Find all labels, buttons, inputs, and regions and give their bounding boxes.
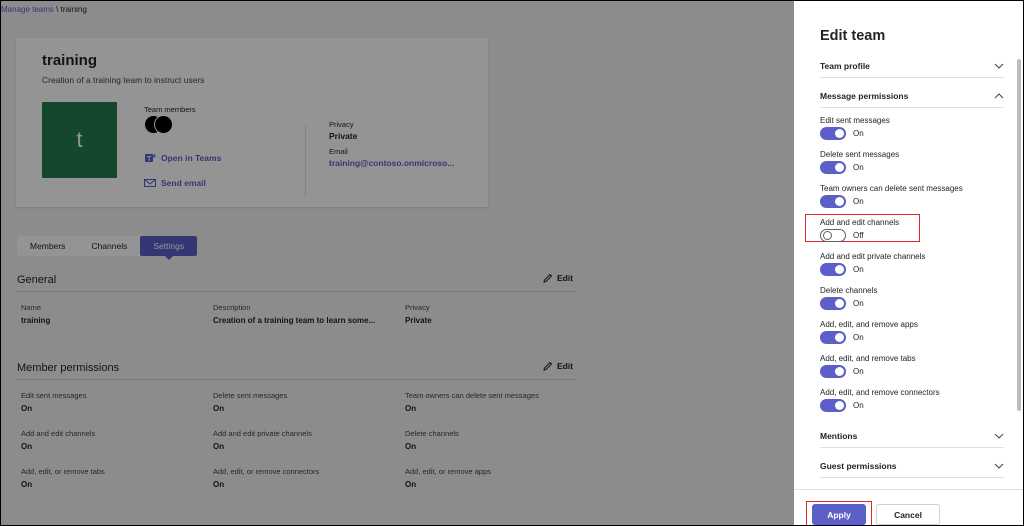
chevron-down-icon: [994, 433, 1004, 439]
toggle-state: On: [853, 129, 864, 138]
toggle-add-edit-channels[interactable]: [820, 229, 846, 242]
team-profile-section[interactable]: Team profile: [820, 57, 1004, 75]
guest-permissions-label: Guest permissions: [820, 461, 897, 471]
panel-scrollbar[interactable]: [1017, 59, 1021, 411]
panel-title: Edit team: [820, 28, 886, 44]
toggle-add-edit-private-channels[interactable]: [820, 263, 846, 276]
cancel-button[interactable]: Cancel: [876, 504, 940, 525]
toggle-edit-sent-messages[interactable]: [820, 127, 846, 140]
toggle-manage-tabs[interactable]: [820, 365, 846, 378]
toggle-delete-channels[interactable]: [820, 297, 846, 310]
toggle-label-manage-connectors: Add, edit, and remove connectors: [820, 388, 940, 397]
message-permissions-section[interactable]: Message permissions: [820, 87, 1004, 105]
toggle-state: On: [853, 333, 864, 342]
toggle-label-edit-sent-messages: Edit sent messages: [820, 116, 890, 125]
section-divider: [820, 447, 1004, 448]
toggle-label-delete-channels: Delete channels: [820, 286, 878, 295]
toggle-manage-connectors[interactable]: [820, 399, 846, 412]
chevron-up-icon: [994, 93, 1004, 99]
toggle-state: On: [853, 401, 864, 410]
toggle-state: On: [853, 163, 864, 172]
section-divider: [820, 107, 1004, 108]
toggle-label-owners-delete-messages: Team owners can delete sent messages: [820, 184, 963, 193]
section-divider: [820, 77, 1004, 78]
message-permissions-label: Message permissions: [820, 91, 909, 101]
toggle-state: On: [853, 367, 864, 376]
toggle-manage-apps[interactable]: [820, 331, 846, 344]
toggle-owners-delete-messages[interactable]: [820, 195, 846, 208]
edit-team-panel: Edit team Team profile Message permissio…: [794, 1, 1023, 525]
chevron-down-icon: [994, 63, 1004, 69]
toggle-label-delete-sent-messages: Delete sent messages: [820, 150, 900, 159]
section-divider: [820, 477, 1004, 478]
toggle-state: On: [853, 197, 864, 206]
mentions-label: Mentions: [820, 431, 858, 441]
team-profile-label: Team profile: [820, 61, 870, 71]
toggle-state: On: [853, 265, 864, 274]
app-frame: Manage teams \ training training Creatio…: [1, 1, 1023, 525]
apply-button[interactable]: Apply: [812, 504, 866, 525]
guest-permissions-section[interactable]: Guest permissions: [820, 457, 1004, 475]
toggle-label-manage-tabs: Add, edit, and remove tabs: [820, 354, 916, 363]
toggle-delete-sent-messages[interactable]: [820, 161, 846, 174]
toggle-label-add-edit-channels: Add and edit channels: [820, 218, 900, 227]
mentions-section[interactable]: Mentions: [820, 427, 1004, 445]
toggle-label-add-edit-private-channels: Add and edit private channels: [820, 252, 926, 261]
toggle-label-manage-apps: Add, edit, and remove apps: [820, 320, 918, 329]
footer-divider: [794, 489, 1023, 490]
chevron-down-icon: [994, 463, 1004, 469]
toggle-state: On: [853, 299, 864, 308]
toggle-state: Off: [853, 231, 864, 240]
modal-backdrop[interactable]: [1, 1, 794, 525]
